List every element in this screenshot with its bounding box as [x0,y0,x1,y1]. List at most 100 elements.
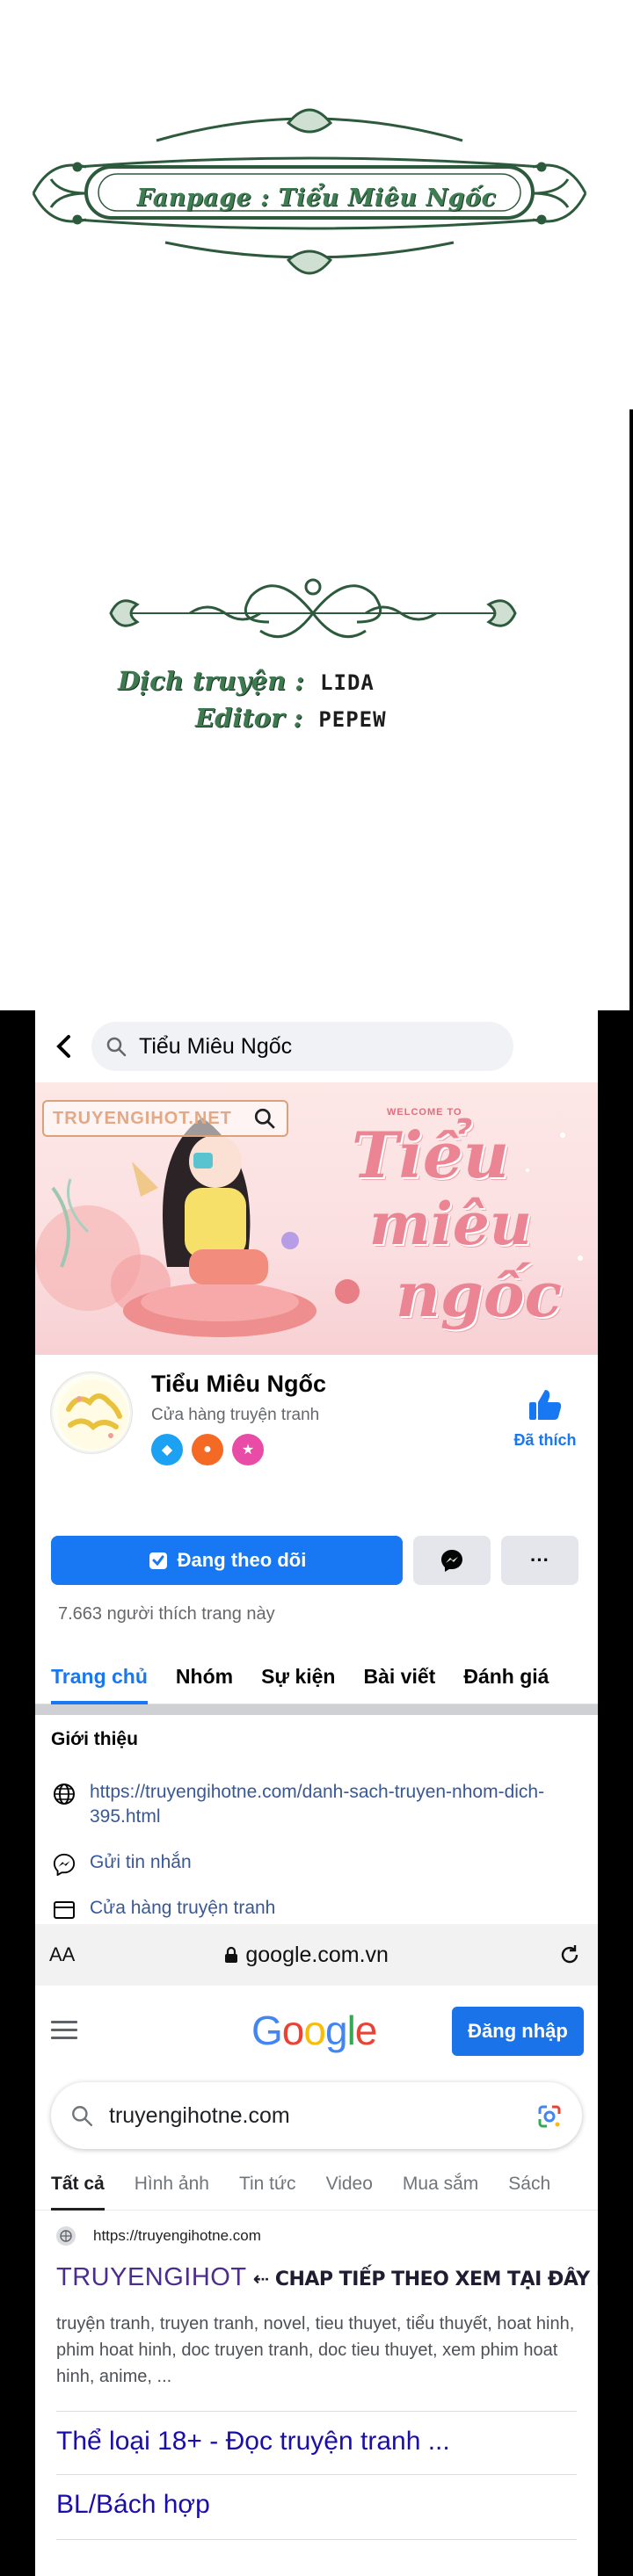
page-badges: ◆ ● ★ [151,1434,264,1465]
fanpage-label: Fanpage : Tiểu Miêu Ngốc [136,185,497,212]
credit-page: Fanpage : Tiểu Miêu Ngốc Dịch truyện : L… [0,0,633,1016]
badge-star-icon[interactable]: ★ [232,1434,264,1465]
google-logo-letter: e [354,2008,378,2053]
liked-status[interactable]: Đã thích [501,1388,589,1450]
google-tabs: Tất cả Hình ảnh Tin tức Video Mua sắm Sá… [35,2161,598,2211]
globe-icon [54,1784,75,1805]
chevron-left-icon [56,1035,70,1058]
tab-books[interactable]: Sách [508,2161,550,2211]
google-logo-letter: g [324,2008,348,2053]
phone-frame: Tiểu Miêu Ngốc TRUYENGIHOT.NET WELCOME T… [0,1010,633,2576]
more-dots-icon: ··· [530,1549,549,1571]
section-divider [35,1704,598,1715]
storefront-icon [54,1901,75,1919]
phone-screen: Tiểu Miêu Ngốc TRUYENGIHOT.NET WELCOME T… [35,1010,598,2576]
badge-fire-icon[interactable]: ● [192,1434,223,1465]
liked-label: Đã thích [513,1431,577,1449]
google-search-input[interactable]: truyengihotne.com [51,2082,582,2149]
editor-label: Editor : [195,703,303,733]
tab-posts[interactable]: Bài viết [364,1652,436,1704]
tab-groups[interactable]: Nhóm [176,1652,233,1704]
google-header: Google Đăng nhập [35,1986,598,2082]
translator-label: Dịch truyện : [118,666,304,696]
intro-category-row[interactable]: Cửa hàng truyện tranh [51,1896,275,1923]
search-icon [72,2106,93,2127]
google-search-query: truyengihotne.com [109,2102,290,2128]
google-lens-icon[interactable] [536,2103,563,2130]
likes-count: 7.663 người thích trang này [58,1604,275,1624]
messenger-button[interactable] [413,1536,491,1585]
result-title-main: TRUYENGIHOT [56,2263,247,2291]
intro-message-row[interactable]: Gửi tin nhắn [51,1850,192,1878]
back-button[interactable] [46,1029,81,1064]
result-divider [56,2411,577,2412]
page-avatar[interactable] [51,1372,132,1453]
google-logo-letter: G [251,2008,283,2053]
more-options-button[interactable]: ··· [501,1536,578,1585]
editor-credit: Editor : PEPEW [195,703,387,733]
browser-url-field[interactable]: google.com.vn [224,1943,389,1968]
facebook-top-bar: Tiểu Miêu Ngốc [35,1010,598,1082]
intro-title: Giới thiệu [51,1729,138,1749]
page-action-row: Đang theo dõi ··· [51,1536,582,1585]
following-button[interactable]: Đang theo dõi [51,1536,403,1585]
result-title-rest: ⇠ CHAP TIẾP THEO XEM TẠI ĐÂY NHA [252,2268,598,2290]
result-site-url: https://truyengihotne.com [93,2227,261,2244]
google-logo-letter: o [303,2008,326,2053]
thumbs-up-icon [529,1390,562,1420]
cover-watermark: TRUYENGIHOT.NET [42,1100,288,1137]
tab-news[interactable]: Tin tức [239,2161,296,2211]
globe-icon [56,2226,76,2246]
google-logo-letter: o [281,2008,305,2053]
intro-website-link[interactable]: https://truyengihotne.com/danh-sach-truy… [90,1780,564,1829]
facebook-search-input[interactable]: Tiểu Miêu Ngốc [91,1022,513,1071]
page-profile-section: Tiểu Miêu Ngốc Cửa hàng truyện tranh ◆ ●… [35,1355,598,1465]
page-edge-line [629,409,633,1016]
result-snippet: truyện tranh, truyen tranh, novel, tieu … [56,2314,575,2386]
tab-shopping[interactable]: Mua sắm [403,2161,478,2211]
page-tabs: Trang chủ Nhóm Sự kiện Bài viết Đánh giá [35,1652,598,1704]
browser-url: google.com.vn [245,1942,389,1967]
cover-photo[interactable]: TRUYENGIHOT.NET WELCOME TO Tiểu miêu ngố… [35,1082,598,1355]
result-site[interactable]: https://truyengihotne.com [56,2226,261,2246]
lock-icon [225,1946,238,1963]
editor-value: PEPEW [318,707,387,732]
page-category: Cửa hàng truyện tranh [151,1406,320,1424]
tab-video[interactable]: Video [326,2161,373,2211]
result-divider [56,2539,577,2540]
reload-icon[interactable] [557,1943,582,1967]
google-logo-letter: l [346,2008,356,2053]
tab-all[interactable]: Tất cả [51,2161,105,2211]
page-name: Tiểu Miêu Ngốc [151,1371,327,1397]
cover-welcome-text: WELCOME TO [387,1107,462,1118]
search-icon [106,1037,127,1057]
messenger-icon [53,1853,76,1876]
following-label: Đang theo dõi [177,1549,307,1571]
search-icon [254,1108,275,1129]
tab-images[interactable]: Hình ảnh [135,2161,209,2211]
text-size-button[interactable]: AA [49,1943,75,1966]
sub-link-bl[interactable]: BL/Bách hợp [56,2490,210,2520]
cover-script-line-3: ngốc [396,1258,563,1331]
cover-script-line-2: miêu [369,1190,532,1258]
facebook-search-query: Tiểu Miêu Ngốc [139,1033,293,1059]
tab-home[interactable]: Trang chủ [51,1652,148,1704]
google-logo[interactable]: Google [251,2007,378,2054]
check-calendar-icon [149,1552,167,1569]
tab-events[interactable]: Sự kiện [261,1652,335,1704]
browser-address-bar: AA google.com.vn [35,1924,598,1986]
messenger-icon [441,1550,462,1572]
result-divider [56,2474,577,2475]
result-title[interactable]: TRUYENGIHOT ⇠ CHAP TIẾP THEO XEM TẠI ĐÂY… [56,2263,598,2292]
tab-reviews[interactable]: Đánh giá [463,1652,549,1704]
intro-website-row[interactable]: https://truyengihotne.com/danh-sach-truy… [51,1780,564,1829]
page-logo-icon [58,1379,128,1450]
badge-profile-icon[interactable]: ◆ [151,1434,183,1465]
signin-button[interactable]: Đăng nhập [452,2007,584,2056]
intro-category-link[interactable]: Cửa hàng truyện tranh [90,1896,275,1921]
intro-message-link[interactable]: Gửi tin nhắn [90,1850,192,1875]
menu-icon[interactable] [51,2021,77,2044]
sub-link-18plus[interactable]: Thể loại 18+ - Đọc truyện tranh ... [56,2427,450,2457]
divider-flourish-icon [109,578,517,639]
translator-value: LIDA [320,670,375,695]
